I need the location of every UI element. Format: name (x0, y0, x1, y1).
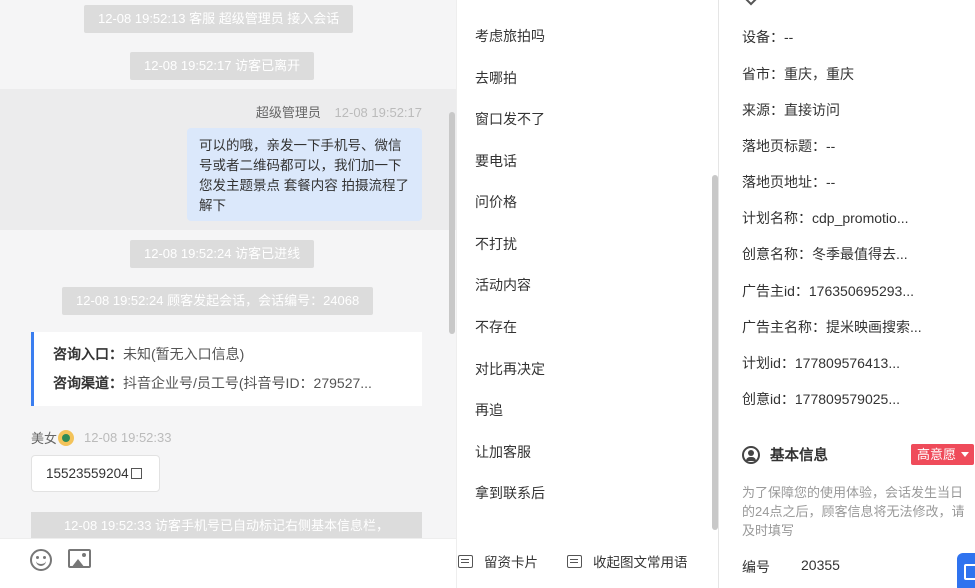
visitor-message-meta: 美女 12-08 19:52:33 (31, 428, 171, 447)
info-source: 来源：直接访问 (742, 102, 840, 118)
chat-panel: 12-08 19:52:13 客服 超级管理员 接入会话 12-08 19:52… (0, 0, 456, 588)
visitor-phone: 15523559204 (46, 466, 129, 481)
phrase-item[interactable]: 拿到联系后 (475, 483, 545, 503)
consult-channel-label: 咨询渠道： (53, 375, 123, 391)
consult-info-card: 咨询入口：未知(暂无入口信息) 咨询渠道：抖音企业号/员工号(抖音号ID：279… (31, 332, 422, 406)
phrases-icon (567, 554, 582, 568)
phrase-item[interactable]: 去哪拍 (475, 68, 517, 88)
phrase-item[interactable]: 不存在 (475, 317, 517, 337)
system-message: 12-08 19:52:33 访客手机号已自动标记右侧基本信息栏， (31, 512, 422, 538)
info-creative-name: 创意名称：冬季最值得去... (742, 246, 908, 262)
visitor-avatar-icon (58, 429, 75, 446)
info-landing-title: 落地页标题：-- (742, 138, 836, 154)
basic-info-title: 基本信息 (770, 448, 828, 464)
phrase-item[interactable]: 问价格 (475, 192, 517, 212)
serial-label: 编号 (742, 559, 770, 575)
phrase-scrollbar[interactable] (712, 175, 718, 530)
collapse-phrases-button[interactable]: 收起图文常用语 (567, 551, 688, 571)
quick-phrase-panel: 考虑旅拍吗 去哪拍 窗口发不了 要电话 问价格 不打扰 活动内容 不存在 对比再… (456, 0, 719, 588)
system-message: 12-08 19:52:24 访客已进线 (130, 240, 315, 268)
lead-card-button[interactable]: 留资卡片 (458, 551, 538, 571)
customer-info-panel: 设备：-- 省市：重庆，重庆 来源：直接访问 落地页标题：-- 落地页地址：--… (720, 0, 975, 588)
chat-message-list[interactable]: 12-08 19:52:13 客服 超级管理员 接入会话 12-08 19:52… (0, 0, 456, 538)
info-region: 省市：重庆，重庆 (742, 66, 854, 82)
phrase-item[interactable]: 让加客服 (475, 442, 531, 462)
chat-scrollbar[interactable] (449, 112, 455, 334)
image-icon[interactable] (68, 549, 91, 568)
info-plan-name: 计划名称：cdp_promotio... (742, 210, 909, 226)
system-message: 12-08 19:52:24 顾客发起会话，会话编号：24068 (62, 287, 374, 315)
visitor-name: 美女 (31, 431, 58, 446)
basic-info-header: 基本信息 (742, 444, 828, 465)
floating-action-button[interactable] (957, 553, 975, 588)
edit-notice: 为了保障您的使用体验，会话发生当日的24点之后，顾客信息将无法修改，请及时填写 (742, 485, 965, 538)
system-message: 12-08 19:52:17 访客已离开 (130, 52, 315, 80)
card-icon (458, 554, 473, 568)
phrase-item[interactable]: 再追 (475, 400, 503, 420)
phrase-item[interactable]: 窗口发不了 (475, 109, 545, 129)
info-plan-id: 计划id：177809576413... (742, 355, 900, 371)
info-advertiser-name: 广告主名称：提米映画搜索... (742, 319, 922, 335)
phrase-item[interactable]: 不打扰 (475, 234, 517, 254)
lead-card-label: 留资卡片 (484, 555, 538, 570)
serial-value: 20355 (801, 557, 840, 573)
consult-channel-row: 咨询渠道：抖音企业号/员工号(抖音号ID：279527... (53, 373, 422, 402)
phrase-item[interactable]: 对比再决定 (475, 359, 545, 379)
user-icon (742, 445, 760, 464)
phrase-item[interactable]: 要电话 (475, 151, 517, 171)
smiley-icon[interactable] (30, 549, 52, 571)
section-icon (742, 0, 760, 6)
consult-entry-row: 咨询入口：未知(暂无入口信息) (53, 344, 422, 373)
phrase-item[interactable]: 活动内容 (475, 275, 531, 295)
agent-message-meta: 超级管理员 12-08 19:52:17 (256, 102, 422, 121)
phrase-item[interactable]: 考虑旅拍吗 (475, 26, 545, 46)
agent-name: 超级管理员 (255, 105, 321, 120)
visitor-time: 12-08 19:52:33 (84, 430, 172, 445)
agent-time: 12-08 19:52:17 (334, 105, 422, 120)
copy-icon[interactable] (130, 468, 142, 479)
collapse-phrases-label: 收起图文常用语 (593, 555, 688, 570)
system-message: 12-08 19:52:13 客服 超级管理员 接入会话 (84, 5, 354, 33)
chat-toolbar (0, 538, 456, 588)
consult-entry-value: 未知(暂无入口信息) (123, 346, 245, 362)
consult-channel-value: 抖音企业号/员工号(抖音号ID：279527... (123, 375, 372, 391)
visitor-message-bubble: 15523559204 (31, 455, 160, 492)
info-landing-url: 落地页地址：-- (742, 174, 836, 190)
info-advertiser-id: 广告主id：176350695293... (742, 283, 914, 299)
info-creative-id: 创意id：177809579025... (742, 391, 900, 407)
intent-dropdown[interactable]: 高意愿 (911, 444, 975, 465)
consult-entry-label: 咨询入口： (53, 346, 123, 362)
agent-message-bubble: 可以的哦，亲发一下手机号、微信号或者二维码都可以，我们加一下您发主题景点 套餐内… (187, 128, 422, 221)
info-device: 设备：-- (742, 29, 794, 45)
